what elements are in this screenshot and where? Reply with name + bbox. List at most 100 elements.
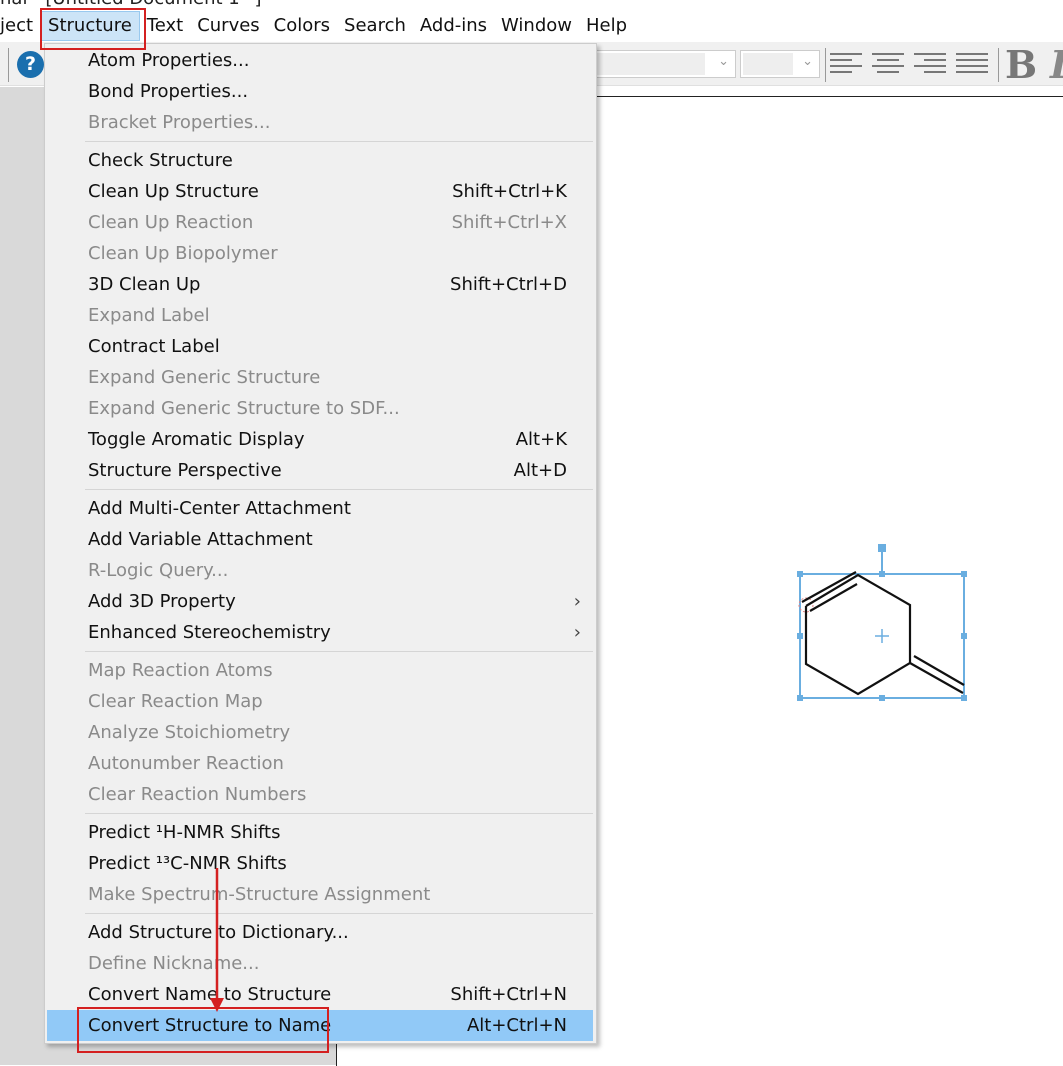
menu-item-expand-generic-structure[interactable]: Expand Generic Structure xyxy=(47,362,593,393)
menu-item-label: Atom Properties... xyxy=(88,50,250,71)
menu-colors[interactable]: Colors xyxy=(267,11,337,41)
menu-item-label: Contract Label xyxy=(88,336,220,357)
menu-item-structure-perspective[interactable]: Structure Perspective Alt+D xyxy=(47,455,593,486)
menu-item-add-variable-attachment[interactable]: Add Variable Attachment xyxy=(47,524,593,555)
menu-item-label: Toggle Aromatic Display xyxy=(88,429,305,450)
menu-item-define-nickname[interactable]: Define Nickname... xyxy=(47,948,593,979)
help-icon[interactable]: ? xyxy=(17,51,44,78)
menu-item-clean-up-biopolymer[interactable]: Clean Up Biopolymer xyxy=(47,238,593,269)
justify-icon[interactable] xyxy=(956,53,990,75)
menu-item-label: Predict ¹³C-NMR Shifts xyxy=(88,853,287,874)
menu-curves[interactable]: Curves xyxy=(190,11,266,41)
menu-item-3d-clean-up[interactable]: 3D Clean Up Shift+Ctrl+D xyxy=(47,269,593,300)
menu-item-label: Map Reaction Atoms xyxy=(88,660,273,681)
menu-item-clean-up-structure[interactable]: Clean Up Structure Shift+Ctrl+K xyxy=(47,176,593,207)
menu-item-clear-reaction-numbers[interactable]: Clear Reaction Numbers xyxy=(47,779,593,810)
menu-item-label: Bracket Properties... xyxy=(88,112,271,133)
center-marker xyxy=(875,629,889,643)
menu-item-label: Analyze Stoichiometry xyxy=(88,722,291,743)
menu-item-predict-c-nmr-shifts[interactable]: Predict ¹³C-NMR Shifts xyxy=(47,848,593,879)
menu-item-shortcut: Shift+Ctrl+N xyxy=(450,984,567,1005)
menu-separator xyxy=(85,651,593,652)
chevron-right-icon: › xyxy=(573,622,581,643)
menu-search[interactable]: Search xyxy=(337,11,413,41)
menu-window[interactable]: Window xyxy=(494,11,579,41)
annotation-arrow xyxy=(210,868,224,1012)
size-select[interactable]: ⌄ xyxy=(740,50,820,78)
italic-button[interactable]: I xyxy=(1050,42,1063,87)
menu-item-label: Expand Generic Structure xyxy=(88,367,321,388)
menu-help[interactable]: Help xyxy=(579,11,634,41)
molecule-structure[interactable] xyxy=(780,530,980,710)
menu-item-enhanced-stereochemistry[interactable]: Enhanced Stereochemistry › xyxy=(47,617,593,648)
menu-item-shortcut: Shift+Ctrl+X xyxy=(451,212,567,233)
menu-item-autonumber-reaction[interactable]: Autonumber Reaction xyxy=(47,748,593,779)
menu-item-label: Define Nickname... xyxy=(88,953,260,974)
menu-item-label: Structure Perspective xyxy=(88,460,282,481)
menu-item-label: Check Structure xyxy=(88,150,233,171)
menu-separator xyxy=(85,141,593,142)
menu-item-expand-generic-structure-to-sdf[interactable]: Expand Generic Structure to SDF... xyxy=(47,393,593,424)
menu-item-label: Predict ¹H-NMR Shifts xyxy=(88,822,281,843)
menu-item-label: R-Logic Query... xyxy=(88,560,229,581)
menu-item-label: Clean Up Structure xyxy=(88,181,259,202)
menu-item-check-structure[interactable]: Check Structure xyxy=(47,145,593,176)
chevron-down-icon: ⌄ xyxy=(802,54,813,69)
menu-separator xyxy=(85,913,593,914)
menu-item-contract-label[interactable]: Contract Label xyxy=(47,331,593,362)
menu-item-toggle-aromatic-display[interactable]: Toggle Aromatic Display Alt+K xyxy=(47,424,593,455)
menu-item-make-spectrum-structure-assignment[interactable]: Make Spectrum-Structure Assignment xyxy=(47,879,593,910)
menu-separator xyxy=(85,489,593,490)
menu-item-convert-name-to-structure[interactable]: Convert Name to Structure Shift+Ctrl+N xyxy=(47,979,593,1010)
menu-item-label: Autonumber Reaction xyxy=(88,753,284,774)
toolbar-divider xyxy=(825,48,826,82)
menu-item-label: Enhanced Stereochemistry xyxy=(88,622,331,643)
menu-item-label: Bond Properties... xyxy=(88,81,249,102)
chevron-down-icon: ⌄ xyxy=(718,54,729,69)
menu-item-shortcut: Shift+Ctrl+K xyxy=(452,181,567,202)
menu-text[interactable]: Text xyxy=(140,11,190,41)
menu-oject[interactable]: oject xyxy=(0,11,40,41)
toolbar-divider xyxy=(998,48,999,82)
menu-item-r-logic-query[interactable]: R-Logic Query... xyxy=(47,555,593,586)
bold-button[interactable]: B xyxy=(1005,42,1037,87)
menu-item-add-multi-center-attachment[interactable]: Add Multi-Center Attachment xyxy=(47,493,593,524)
align-center-icon[interactable] xyxy=(872,53,906,75)
menu-item-label: Expand Label xyxy=(88,305,210,326)
menu-item-label: Make Spectrum-Structure Assignment xyxy=(88,884,431,905)
menu-item-expand-label[interactable]: Expand Label xyxy=(47,300,593,331)
menu-item-label: 3D Clean Up xyxy=(88,274,201,295)
menu-item-add-structure-to-dictionary[interactable]: Add Structure to Dictionary... xyxy=(47,917,593,948)
menu-item-label: Clear Reaction Numbers xyxy=(88,784,307,805)
menu-item-analyze-stoichiometry[interactable]: Analyze Stoichiometry xyxy=(47,717,593,748)
menu-item-shortcut: Alt+D xyxy=(513,460,567,481)
menu-separator xyxy=(85,813,593,814)
menu-item-predict-h-nmr-shifts[interactable]: Predict ¹H-NMR Shifts xyxy=(47,817,593,848)
menu-item-add-3d-property[interactable]: Add 3D Property › xyxy=(47,586,593,617)
menu-item-clean-up-reaction[interactable]: Clean Up Reaction Shift+Ctrl+X xyxy=(47,207,593,238)
structure-menu: Atom Properties... Bond Properties... Brac… xyxy=(44,43,597,1044)
menu-item-map-reaction-atoms[interactable]: Map Reaction Atoms xyxy=(47,655,593,686)
menu-item-bracket-properties[interactable]: Bracket Properties... xyxy=(47,107,593,138)
menu-item-bond-properties[interactable]: Bond Properties... xyxy=(47,76,593,107)
annotation-box-structure xyxy=(40,8,146,50)
annotation-box-convert xyxy=(77,1007,329,1053)
menu-item-label: Expand Generic Structure to SDF... xyxy=(88,398,400,419)
menu-item-clear-reaction-map[interactable]: Clear Reaction Map xyxy=(47,686,593,717)
menu-item-label: Clean Up Biopolymer xyxy=(88,243,278,264)
toolbar-divider xyxy=(8,48,9,82)
menu-item-shortcut: Alt+Ctrl+N xyxy=(466,1015,567,1036)
chevron-right-icon: › xyxy=(573,591,581,612)
menubar: ojectStructureTextCurvesColorsSearchAdd-… xyxy=(0,10,1063,42)
align-left-icon[interactable] xyxy=(830,53,864,75)
menu-item-label: Clear Reaction Map xyxy=(88,691,263,712)
ring-bonds xyxy=(801,571,965,696)
menu-item-label: Add Multi-Center Attachment xyxy=(88,498,351,519)
font-select[interactable]: ⌄ xyxy=(590,50,736,78)
menu-item-label: Clean Up Reaction xyxy=(88,212,254,233)
menu-item-shortcut: Shift+Ctrl+D xyxy=(450,274,567,295)
menu-item-label: Add Variable Attachment xyxy=(88,529,313,550)
menu-addins[interactable]: Add-ins xyxy=(413,11,494,41)
align-right-icon[interactable] xyxy=(914,53,948,75)
menu-item-shortcut: Alt+K xyxy=(515,429,567,450)
